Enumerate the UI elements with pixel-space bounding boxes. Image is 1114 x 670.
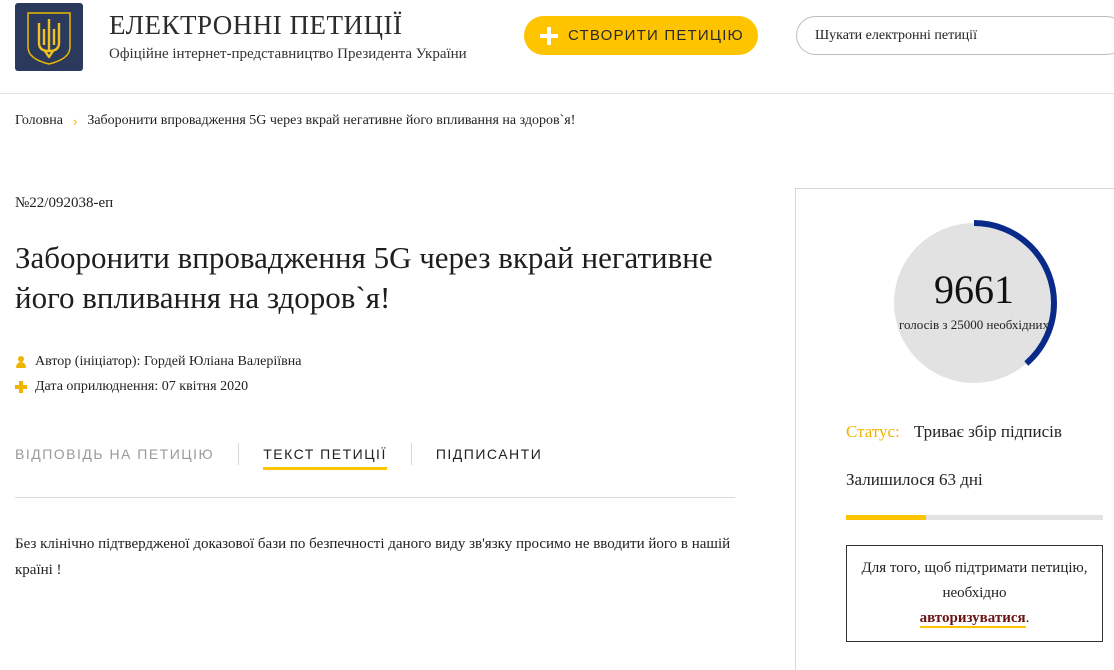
breadcrumb-home-link[interactable]: Головна (15, 113, 63, 129)
tab-signers[interactable]: ПІДПИСАНТИ (436, 446, 542, 470)
header-divider (0, 93, 1114, 94)
site-logo[interactable] (15, 3, 83, 71)
petition-author: Автор (ініціатор): Гордей Юліана Валерії… (15, 354, 301, 370)
petition-status: Статус: Триває збір підписів (846, 422, 1062, 442)
user-icon (15, 356, 27, 368)
date-label: Дата оприлюднення: (35, 379, 159, 394)
create-petition-label: СТВОРИТИ ПЕТИЦІЮ (568, 27, 744, 44)
tab-response[interactable]: ВІДПОВІДЬ НА ПЕТИЦІЮ (15, 446, 214, 470)
plus-icon (540, 26, 558, 45)
site-title[interactable]: ЕЛЕКТРОННІ ПЕТИЦІЇ (109, 10, 403, 41)
petition-date: Дата оприлюднення: 07 квітня 2020 (15, 379, 248, 395)
status-label: Статус: (846, 422, 900, 441)
breadcrumb: Головна › Заборонити впровадження 5G чер… (15, 113, 575, 129)
site-subtitle: Офіційне інтернет-представництво Президе… (109, 46, 467, 62)
petition-tabs: ВІДПОВІДЬ НА ПЕТИЦІЮ ТЕКСТ ПЕТИЦІЇ ПІДПИ… (15, 443, 735, 470)
date-value: 07 квітня 2020 (161, 379, 249, 394)
tab-divider (410, 443, 412, 465)
tabs-divider (15, 497, 735, 498)
plus-icon (15, 381, 27, 393)
tab-petition-text[interactable]: ТЕКСТ ПЕТИЦІЇ (263, 446, 387, 470)
create-petition-button[interactable]: СТВОРИТИ ПЕТИЦІЮ (524, 16, 758, 55)
login-prompt-text: Для того, щоб підтримати петицію, необхі… (861, 560, 1088, 601)
tab-divider (238, 443, 240, 465)
status-value: Триває збір підписів (913, 422, 1062, 441)
chevron-right-icon: › (72, 113, 78, 129)
votes-count: 9661 (934, 267, 1014, 312)
trident-coat-of-arms-icon (27, 12, 71, 65)
petition-text: Без клінічно підтвердженої доказової баз… (15, 536, 731, 578)
login-prompt: Для того, щоб підтримати петицію, необхі… (846, 545, 1103, 642)
login-link[interactable]: авторизуватися (919, 610, 1026, 628)
time-progress-bar (846, 515, 1103, 520)
time-progress-fill (846, 515, 926, 520)
author-label: Автор (ініціатор): (35, 354, 141, 369)
votes-needed-label: голосів з 25000 необхідних (898, 317, 1050, 332)
petition-number: №22/092038-еп (15, 195, 114, 211)
search-input[interactable] (796, 16, 1114, 55)
petition-title: Заборонити впровадження 5G через вкрай н… (15, 240, 713, 315)
author-name: Гордей Юліана Валеріївна (143, 354, 302, 369)
days-remaining: Залишилося 63 дні (846, 470, 983, 489)
login-prompt-end: . (1025, 610, 1030, 626)
breadcrumb-current: Заборонити впровадження 5G через вкрай н… (87, 113, 576, 128)
